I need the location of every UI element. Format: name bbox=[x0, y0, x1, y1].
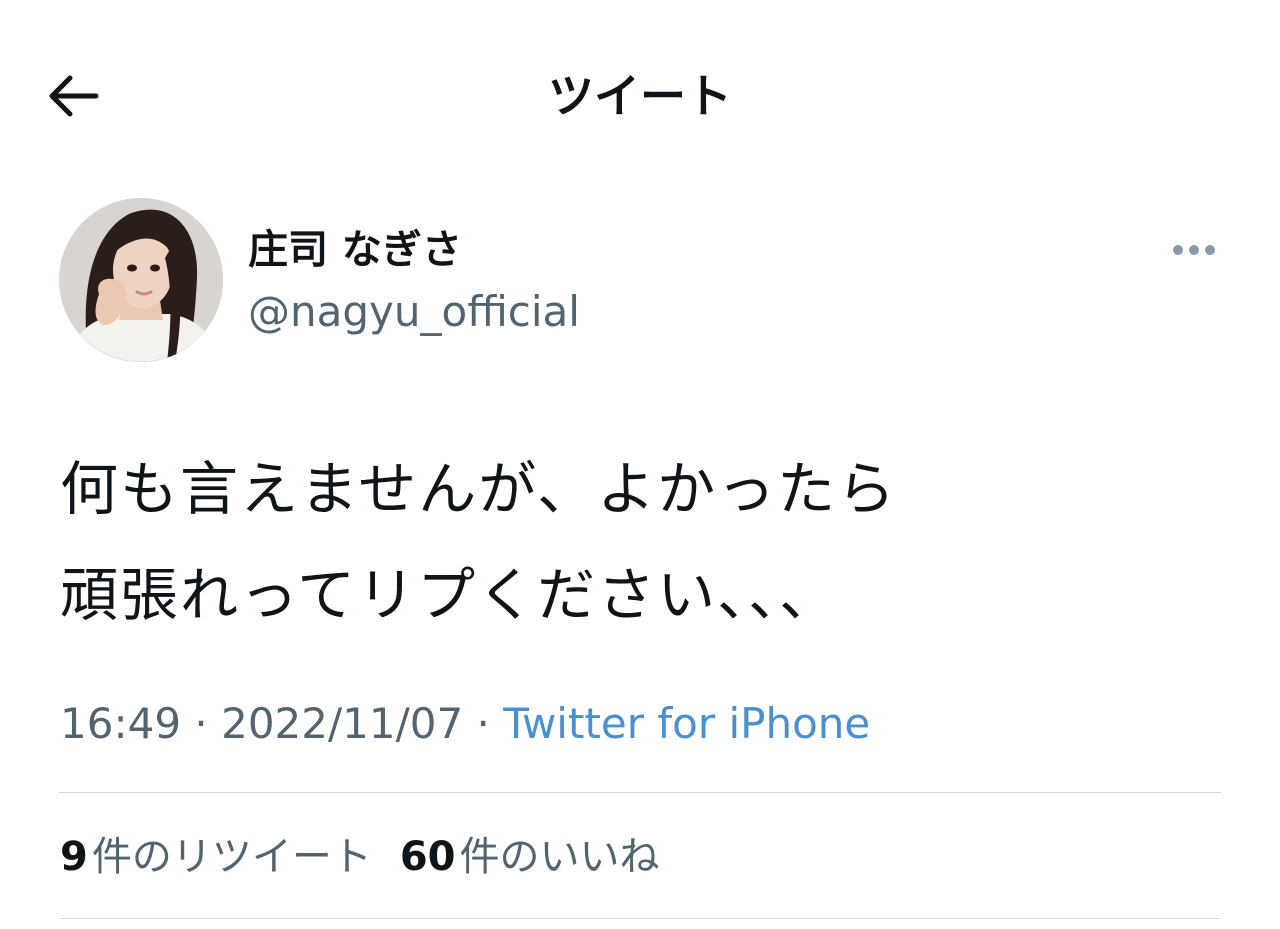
retweets-stat[interactable]: 9 件のリツイート bbox=[60, 828, 372, 886]
more-horizontal-icon bbox=[1173, 245, 1215, 255]
more-options-button[interactable] bbox=[1166, 228, 1222, 272]
author-handle[interactable]: @nagyu_official bbox=[248, 284, 580, 340]
tweet-time[interactable]: 16:49 bbox=[60, 699, 181, 748]
meta-separator: · bbox=[181, 699, 222, 748]
tweet-line: 何も言えませんが、よかったら bbox=[60, 455, 898, 523]
tweet-text: 何も言えませんが、よかったら 頑張れってリプください、、、 bbox=[60, 436, 1220, 648]
meta-separator: · bbox=[463, 699, 504, 748]
tweet-meta: 16:49 · 2022/11/07 · Twitter for iPhone bbox=[60, 694, 870, 754]
likes-count: 60 bbox=[399, 834, 456, 880]
avatar[interactable] bbox=[59, 198, 223, 362]
retweets-count: 9 bbox=[60, 834, 88, 880]
tweet-source-link[interactable]: Twitter for iPhone bbox=[503, 699, 870, 748]
tweet-stats: 9 件のリツイート 60 件のいいね bbox=[60, 828, 660, 886]
page-title: ツイート bbox=[548, 69, 732, 123]
tweet-date[interactable]: 2022/11/07 bbox=[221, 699, 463, 748]
user-avatar-photo bbox=[59, 198, 223, 362]
tweet-line: 頑張れってリプください、、、 bbox=[60, 561, 840, 629]
tweet-detail-page: ツイート 庄司 なぎさ @nagyu_official 何も言えませんが、よかっ… bbox=[0, 0, 1280, 929]
likes-stat[interactable]: 60 件のいいね bbox=[400, 828, 660, 886]
top-bar: ツイート bbox=[0, 0, 1280, 190]
back-button[interactable] bbox=[40, 68, 104, 124]
retweets-label: 件のリツイート bbox=[91, 834, 372, 880]
author-name[interactable]: 庄司 なぎさ bbox=[248, 222, 462, 278]
arrow-left-icon bbox=[49, 75, 99, 117]
likes-label: 件のいいね bbox=[459, 834, 660, 880]
divider bbox=[59, 792, 1221, 793]
divider bbox=[59, 918, 1221, 919]
